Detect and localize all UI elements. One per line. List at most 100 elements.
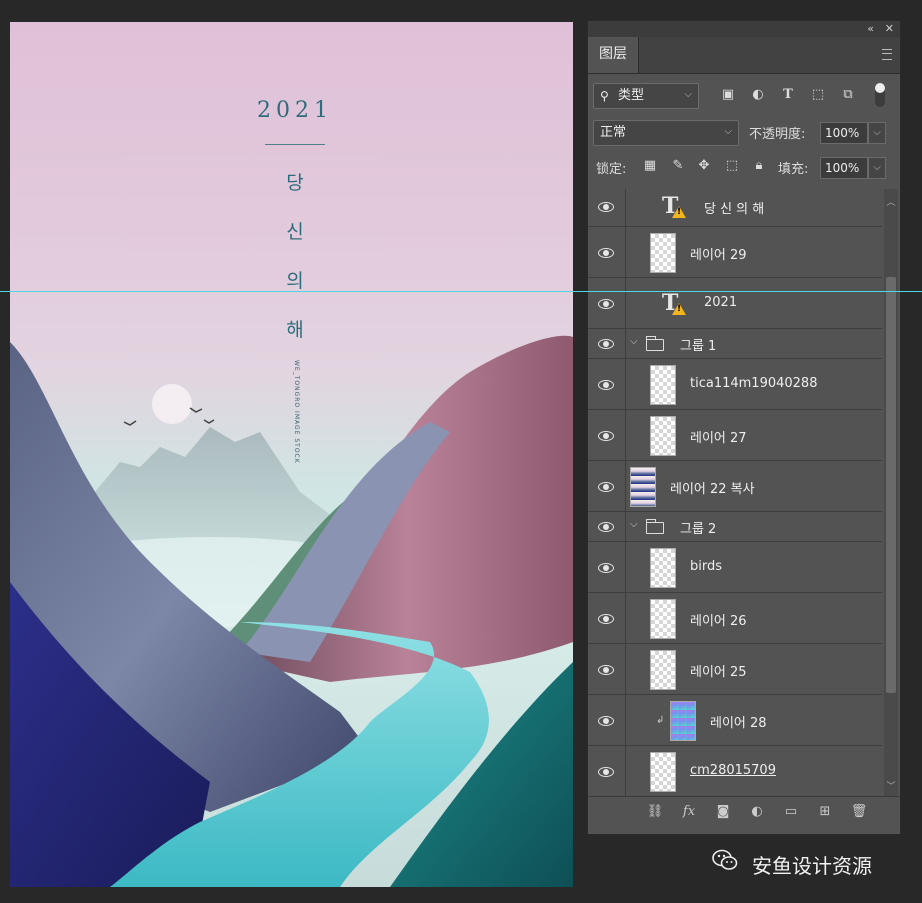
blend-mode-select[interactable]: 正常 ⌵ [593,120,739,146]
row-divider [625,189,626,226]
layer-list: T! 당 신 의 해 레이어 29 T! 2021 ⌵ 그룹 1 tica114m190402… [588,189,882,796]
layer-row[interactable]: 레이어 26 [588,593,882,644]
layer-name[interactable]: cm28015709 [690,763,776,778]
adjustment-icon[interactable]: ◐ [748,803,766,821]
layers-bottom-toolbar: ⛓ fx ◙ ◐ ▭ ⊞ 🗑︎ [588,796,900,827]
layer-list-scrollbar[interactable]: ︿ ﹀ [884,189,898,796]
layer-name[interactable]: 레이어 25 [690,661,747,680]
tab-layers[interactable]: 图层 [588,37,639,73]
lock-artboard-icon[interactable]: ⬚ [724,158,740,174]
fill-dropdown-button[interactable]: ⌵ [868,157,886,179]
poster-divider [265,144,325,145]
poster-year: 2021 [257,98,333,123]
layer-row[interactable]: 레이어 27 [588,410,882,461]
layer-name[interactable]: 2021 [704,295,737,310]
visibility-eye-icon[interactable] [598,430,614,441]
layer-row[interactable]: ↲ 레이어 28 [588,695,882,746]
layer-name[interactable]: 레이어 26 [690,610,747,629]
document-canvas[interactable]: 2021 당 신 의 해 WE_TONGRO IMAGE STOCK [10,22,573,887]
scroll-down-icon[interactable]: ﹀ [884,779,898,792]
layer-thumbnail [650,751,676,792]
text-filter-icon[interactable]: T [780,87,796,103]
close-icon[interactable]: ✕ [885,21,894,37]
layer-name[interactable]: 레이어 27 [690,427,747,446]
chevron-down-icon: ⌵ [684,89,692,100]
visibility-eye-icon[interactable] [598,379,614,390]
adjustment-filter-icon[interactable]: ◐ [750,87,766,103]
row-divider [625,410,626,460]
link-icon[interactable]: ⛓ [646,803,664,821]
layer-name[interactable]: 레이어 22 복사 [670,478,755,497]
layer-row[interactable]: ⌵ 그룹 2 [588,512,882,542]
filter-label: 类型 [618,88,645,103]
lock-move-icon[interactable]: ✥ [696,158,712,174]
smart-object-filter-icon[interactable]: ⧉ [840,87,856,103]
poster-credit: WE_TONGRO IMAGE STOCK [293,360,300,464]
layer-row[interactable]: cm28015709 [588,746,882,796]
row-divider [625,746,626,796]
shape-filter-icon[interactable]: ⬚ [810,87,826,103]
layer-thumbnail [650,649,676,690]
visibility-eye-icon[interactable] [598,481,614,492]
visibility-eye-icon[interactable] [598,298,614,309]
row-divider [625,461,626,511]
layer-row[interactable]: T! 2021 [588,278,882,329]
collapse-icon[interactable]: « [867,21,874,37]
chevron-down-icon[interactable]: ⌵ [630,519,638,530]
layer-row[interactable]: 레이어 25 [588,644,882,695]
layer-name[interactable]: 당 신 의 해 [704,198,764,217]
row-divider [625,359,626,409]
visibility-eye-icon[interactable] [598,339,614,349]
layer-row[interactable]: birds [588,542,882,593]
chevron-down-icon[interactable]: ⌵ [630,336,638,347]
warning-icon: ! [672,302,686,315]
layer-thumbnail [630,466,656,507]
visibility-eye-icon[interactable] [598,766,614,777]
guide-line[interactable] [0,291,922,292]
new-layer-icon[interactable]: ⊞ [816,803,834,821]
layer-row[interactable]: 레이어 22 복사 [588,461,882,512]
clipping-arrow-icon: ↲ [656,714,665,726]
mask-icon[interactable]: ◙ [714,803,732,821]
layer-name[interactable]: 그룹 2 [680,518,716,537]
layer-row[interactable]: ⌵ 그룹 1 [588,329,882,359]
opacity-dropdown-button[interactable]: ⌵ [868,122,886,144]
visibility-eye-icon[interactable] [598,247,614,258]
trash-icon[interactable]: 🗑︎ [850,803,868,821]
scroll-up-icon[interactable]: ︿ [884,195,898,208]
lock-paint-icon[interactable]: ✎ [670,158,686,174]
folder-icon [646,519,664,534]
layer-filter-select[interactable]: ⚲ 类型 ⌵ [593,83,699,109]
fill-input[interactable]: 100% [820,157,868,179]
visibility-eye-icon[interactable] [598,664,614,675]
image-filter-icon[interactable]: ▣ [720,87,736,103]
filter-toggle[interactable] [875,83,885,107]
layer-row[interactable]: 레이어 29 [588,227,882,278]
visibility-eye-icon[interactable] [598,562,614,573]
opacity-input[interactable]: 100% [820,122,868,144]
row-divider [625,512,626,541]
lock-transparent-icon[interactable]: ▦ [642,158,658,174]
fx-icon[interactable]: fx [680,803,698,821]
row-divider [625,644,626,694]
watermark: 安鱼设计资源 [712,846,912,880]
layer-name[interactable]: birds [690,559,722,574]
visibility-eye-icon[interactable] [598,522,614,532]
layer-name[interactable]: 그룹 1 [680,335,716,354]
layer-name[interactable]: 레이어 29 [690,244,747,263]
fill-label: 填充: [778,162,809,177]
poster-title-char: 해 [286,319,304,341]
visibility-eye-icon[interactable] [598,715,614,726]
panel-menu-icon[interactable] [882,49,892,60]
layer-row[interactable]: tica114m19040288 [588,359,882,410]
lock-all-icon[interactable]: 🔒︎ [751,158,767,174]
layer-row[interactable]: T! 당 신 의 해 [588,189,882,227]
visibility-eye-icon[interactable] [598,202,614,212]
scrollbar-thumb[interactable] [886,277,896,693]
layer-name[interactable]: 레이어 28 [710,712,767,731]
layer-name[interactable]: tica114m19040288 [690,376,817,391]
visibility-eye-icon[interactable] [598,613,614,624]
panel-title-strip: « ✕ [588,21,900,37]
layer-thumbnail [650,415,676,456]
folder-icon[interactable]: ▭ [782,803,800,821]
